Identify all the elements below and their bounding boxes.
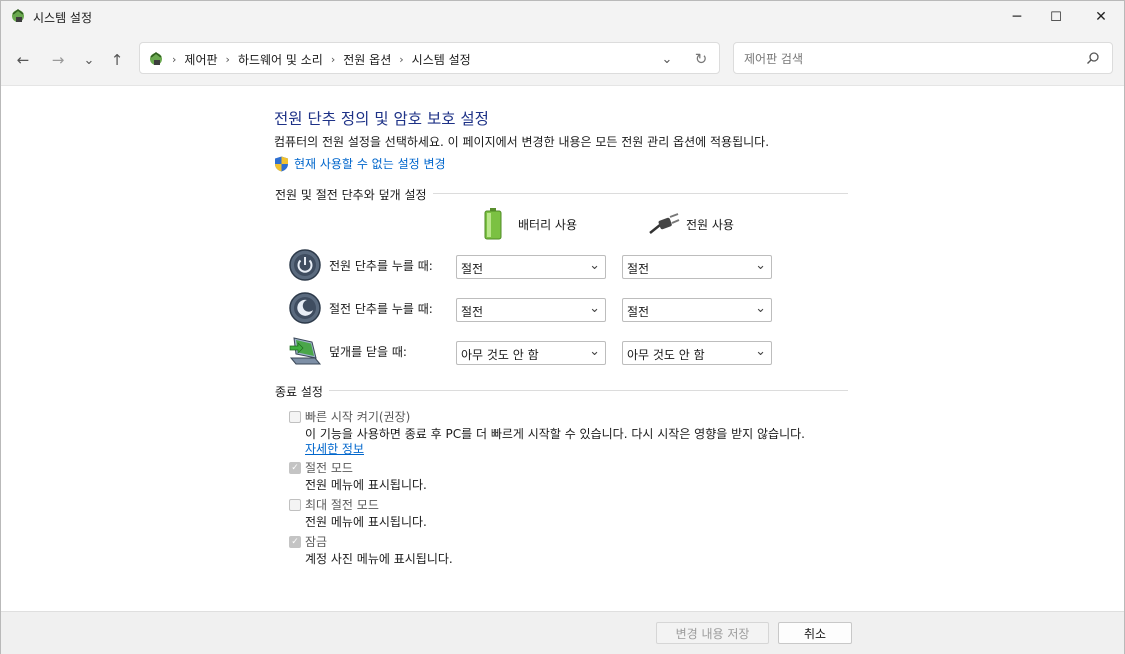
maximize-icon: ☐ bbox=[1050, 9, 1062, 25]
system-settings-window: 시스템 설정 ─ ☐ ✕ ← → ⌄ ↑ › 제어판 › 하드웨어 및 소리 ›… bbox=[0, 0, 1125, 654]
forward-arrow-icon: → bbox=[51, 51, 65, 69]
search-icon[interactable] bbox=[1086, 51, 1100, 65]
sleep-button-plugged-select[interactable]: 절전 ⌄ bbox=[622, 298, 772, 322]
back-button[interactable]: ← bbox=[13, 50, 33, 70]
close-button[interactable]: ✕ bbox=[1078, 1, 1124, 33]
breadcrumb-separator[interactable]: › bbox=[399, 53, 403, 66]
control-panel-icon bbox=[150, 52, 162, 65]
uac-shield-icon bbox=[275, 156, 288, 171]
power-button-icon bbox=[289, 249, 321, 281]
breadcrumb-item-hardware-sound[interactable]: 하드웨어 및 소리 bbox=[238, 51, 323, 68]
chevron-down-icon: ⌄ bbox=[661, 51, 673, 67]
sleep-description: 전원 메뉴에 표시됩니다. bbox=[305, 478, 427, 492]
search-box[interactable] bbox=[733, 42, 1113, 74]
lid-close-plugged-select[interactable]: 아무 것도 안 함 ⌄ bbox=[622, 341, 772, 365]
change-unavailable-settings-link[interactable]: 현재 사용할 수 없는 설정 변경 bbox=[274, 155, 446, 172]
select-value: 절전 bbox=[627, 262, 650, 276]
plugged-in-column-label: 전원 사용 bbox=[686, 217, 734, 232]
sleep-label[interactable]: 절전 모드 bbox=[305, 459, 353, 476]
hibernate-option[interactable]: 최대 절전 모드 bbox=[289, 496, 379, 513]
battery-column-label: 배터리 사용 bbox=[518, 217, 578, 232]
chevron-down-icon: ⌄ bbox=[589, 301, 600, 316]
sleep-button-icon bbox=[289, 292, 321, 324]
sleep-button-label: 절전 단추를 누를 때: bbox=[329, 302, 433, 316]
chevron-down-icon: ⌄ bbox=[83, 52, 95, 68]
select-value: 아무 것도 안 함 bbox=[627, 348, 705, 362]
up-arrow-icon: ↑ bbox=[110, 51, 124, 69]
select-value: 절전 bbox=[461, 262, 484, 276]
navigation-bar: ← → ⌄ ↑ › 제어판 › 하드웨어 및 소리 › 전원 옵션 › 시스템 … bbox=[1, 33, 1124, 86]
breadcrumb-separator[interactable]: › bbox=[331, 53, 335, 66]
sleep-checkbox[interactable]: ✓ bbox=[289, 461, 301, 474]
footer-bar: 변경 내용 저장 취소 bbox=[1, 611, 1124, 654]
lid-close-battery-select[interactable]: 아무 것도 안 함 ⌄ bbox=[456, 341, 606, 365]
recent-locations-button[interactable]: ⌄ bbox=[79, 50, 99, 70]
change-unavailable-settings-text[interactable]: 현재 사용할 수 없는 설정 변경 bbox=[294, 155, 446, 172]
address-history-dropdown[interactable]: ⌄ bbox=[657, 49, 677, 69]
chevron-down-icon: ⌄ bbox=[755, 344, 766, 359]
refresh-button[interactable]: ↻ bbox=[691, 49, 711, 69]
maximize-button[interactable]: ☐ bbox=[1033, 1, 1079, 33]
power-plug-icon bbox=[649, 213, 680, 234]
breadcrumb-item-system-settings[interactable]: 시스템 설정 bbox=[412, 51, 471, 68]
lock-option[interactable]: ✓ 잠금 bbox=[289, 533, 327, 550]
battery-column-header: 배터리 사용 bbox=[484, 208, 577, 240]
breadcrumb-item-power-options[interactable]: 전원 옵션 bbox=[343, 51, 391, 68]
chevron-down-icon: ⌄ bbox=[589, 344, 600, 359]
search-input[interactable] bbox=[742, 49, 1076, 69]
laptop-lid-icon bbox=[289, 337, 322, 365]
breadcrumb-separator[interactable]: › bbox=[226, 53, 230, 66]
plugged-in-column-header: 전원 사용 bbox=[648, 213, 734, 235]
forward-button[interactable]: → bbox=[48, 50, 68, 70]
cancel-button[interactable]: 취소 bbox=[778, 622, 852, 644]
fast-startup-checkbox[interactable] bbox=[289, 410, 301, 423]
breadcrumb-item-control-panel[interactable]: 제어판 bbox=[184, 51, 217, 68]
hibernate-label[interactable]: 최대 절전 모드 bbox=[305, 496, 379, 513]
fast-startup-label[interactable]: 빠른 시작 켜기(권장) bbox=[305, 408, 410, 425]
sleep-button-battery-select[interactable]: 절전 ⌄ bbox=[456, 298, 606, 322]
title-bar: 시스템 설정 ─ ☐ ✕ bbox=[1, 1, 1124, 33]
breadcrumb-separator: › bbox=[172, 53, 177, 66]
more-info-link[interactable]: 자세한 정보 bbox=[305, 440, 364, 457]
select-value: 절전 bbox=[461, 305, 484, 319]
fast-startup-description: 이 기능을 사용하면 종료 후 PC를 더 빠르게 시작할 수 있습니다. 다시… bbox=[305, 427, 805, 441]
lid-close-label: 덮개를 닫을 때: bbox=[329, 345, 407, 359]
save-changes-button[interactable]: 변경 내용 저장 bbox=[656, 622, 769, 644]
fast-startup-option[interactable]: 빠른 시작 켜기(권장) bbox=[289, 408, 410, 425]
main-content: 전원 단추 정의 및 암호 보호 설정 컴퓨터의 전원 설정을 선택하세요. 이… bbox=[1, 86, 1124, 611]
minimize-icon: ─ bbox=[1012, 9, 1022, 25]
chevron-down-icon: ⌄ bbox=[589, 258, 600, 273]
lock-checkbox[interactable]: ✓ bbox=[289, 535, 301, 548]
breadcrumb: › 제어판 › 하드웨어 및 소리 › 전원 옵션 › 시스템 설정 bbox=[172, 51, 471, 68]
sleep-option[interactable]: ✓ 절전 모드 bbox=[289, 459, 353, 476]
battery-icon bbox=[484, 208, 502, 240]
buttons-group-label: 전원 및 절전 단추와 덮개 설정 bbox=[275, 186, 433, 203]
select-value: 아무 것도 안 함 bbox=[461, 348, 539, 362]
refresh-icon: ↻ bbox=[694, 50, 708, 68]
select-value: 절전 bbox=[627, 305, 650, 319]
power-button-plugged-select[interactable]: 절전 ⌄ bbox=[622, 255, 772, 279]
page-description: 컴퓨터의 전원 설정을 선택하세요. 이 페이지에서 변경한 내용은 모든 전원… bbox=[274, 135, 770, 149]
lock-description: 계정 사진 메뉴에 표시됩니다. bbox=[305, 552, 453, 566]
address-bar[interactable]: › 제어판 › 하드웨어 및 소리 › 전원 옵션 › 시스템 설정 ⌄ ↻ bbox=[139, 42, 720, 74]
chevron-down-icon: ⌄ bbox=[755, 258, 766, 273]
power-button-label: 전원 단추를 누를 때: bbox=[329, 259, 433, 273]
power-button-battery-select[interactable]: 절전 ⌄ bbox=[456, 255, 606, 279]
lock-label[interactable]: 잠금 bbox=[305, 533, 327, 550]
back-arrow-icon: ← bbox=[16, 51, 30, 69]
close-icon: ✕ bbox=[1095, 9, 1107, 25]
hibernate-description: 전원 메뉴에 표시됩니다. bbox=[305, 515, 427, 529]
group-divider bbox=[275, 390, 848, 391]
power-options-icon bbox=[12, 9, 24, 22]
page-title: 전원 단추 정의 및 암호 보호 설정 bbox=[274, 110, 489, 128]
shutdown-group-label: 종료 설정 bbox=[275, 383, 329, 400]
up-button[interactable]: ↑ bbox=[107, 50, 127, 70]
hibernate-checkbox[interactable] bbox=[289, 498, 301, 511]
window-title: 시스템 설정 bbox=[33, 11, 93, 25]
chevron-down-icon: ⌄ bbox=[755, 301, 766, 316]
